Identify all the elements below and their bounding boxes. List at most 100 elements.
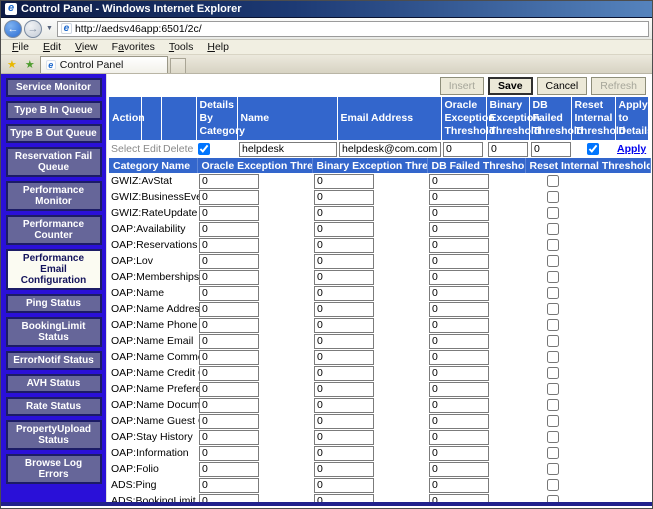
category-oracle-threshold-input[interactable] (199, 238, 259, 253)
category-oracle-threshold-input[interactable] (199, 414, 259, 429)
new-tab-button[interactable] (170, 58, 186, 73)
category-binary-threshold-input[interactable] (314, 478, 374, 493)
sidebar-item-avh-status[interactable]: AVH Status (6, 374, 102, 393)
favorites-star-icon[interactable]: ★ (4, 57, 20, 73)
sidebar-item-performance-monitor[interactable]: Performance Monitor (6, 181, 102, 211)
category-reset-threshold-checkbox[interactable] (547, 271, 559, 283)
name-input[interactable] (239, 142, 337, 157)
category-oracle-threshold-input[interactable] (199, 462, 259, 477)
category-binary-threshold-input[interactable] (314, 206, 374, 221)
category-reset-threshold-checkbox[interactable] (547, 255, 559, 267)
category-reset-threshold-checkbox[interactable] (547, 463, 559, 475)
category-reset-threshold-checkbox[interactable] (547, 367, 559, 379)
category-oracle-threshold-input[interactable] (199, 318, 259, 333)
category-oracle-threshold-input[interactable] (199, 302, 259, 317)
sidebar-item-bookinglimit-status[interactable]: BookingLimit Status (6, 317, 102, 347)
sidebar-item-errornotif-status[interactable]: ErrorNotif Status (6, 351, 102, 370)
category-binary-threshold-input[interactable] (314, 350, 374, 365)
category-binary-threshold-input[interactable] (314, 366, 374, 381)
category-reset-threshold-checkbox[interactable] (547, 207, 559, 219)
category-reset-threshold-checkbox[interactable] (547, 415, 559, 427)
category-binary-threshold-input[interactable] (314, 302, 374, 317)
category-reset-threshold-checkbox[interactable] (547, 335, 559, 347)
menu-help[interactable]: Help (200, 41, 236, 53)
category-db-failed-threshold-input[interactable] (429, 206, 489, 221)
category-oracle-threshold-input[interactable] (199, 350, 259, 365)
sidebar-item-type-b-in-queue[interactable]: Type B In Queue (6, 101, 102, 120)
sidebar-item-performance-email-configuration[interactable]: Performance Email Configuration (6, 249, 102, 290)
category-reset-threshold-checkbox[interactable] (547, 175, 559, 187)
category-db-failed-threshold-input[interactable] (429, 398, 489, 413)
forward-button[interactable]: → (24, 20, 42, 38)
category-db-failed-threshold-input[interactable] (429, 318, 489, 333)
category-oracle-threshold-input[interactable] (199, 494, 259, 503)
category-binary-threshold-input[interactable] (314, 334, 374, 349)
category-oracle-threshold-input[interactable] (199, 430, 259, 445)
sidebar-item-type-b-out-queue[interactable]: Type B Out Queue (6, 124, 102, 143)
category-reset-threshold-checkbox[interactable] (547, 239, 559, 251)
category-reset-threshold-checkbox[interactable] (547, 287, 559, 299)
category-oracle-threshold-input[interactable] (199, 478, 259, 493)
category-oracle-threshold-input[interactable] (199, 382, 259, 397)
sidebar-item-ping-status[interactable]: Ping Status (6, 294, 102, 313)
category-db-failed-threshold-input[interactable] (429, 190, 489, 205)
category-reset-threshold-checkbox[interactable] (547, 479, 559, 491)
category-db-failed-threshold-input[interactable] (429, 446, 489, 461)
refresh-button[interactable]: Refresh (591, 77, 646, 95)
reset-internal-threshold-checkbox[interactable] (587, 143, 599, 155)
sidebar-item-reservation-fail-queue[interactable]: Reservation Fail Queue (6, 147, 102, 177)
address-bar[interactable]: e (57, 21, 649, 37)
category-binary-threshold-input[interactable] (314, 190, 374, 205)
category-db-failed-threshold-input[interactable] (429, 494, 489, 503)
sidebar-item-performance-counter[interactable]: Performance Counter (6, 215, 102, 245)
category-db-failed-threshold-input[interactable] (429, 366, 489, 381)
save-button[interactable]: Save (488, 77, 533, 95)
category-db-failed-threshold-input[interactable] (429, 334, 489, 349)
sidebar-item-service-monitor[interactable]: Service Monitor (6, 78, 102, 97)
oracle-threshold-input[interactable] (443, 142, 483, 157)
category-reset-threshold-checkbox[interactable] (547, 431, 559, 443)
category-db-failed-threshold-input[interactable] (429, 350, 489, 365)
category-oracle-threshold-input[interactable] (199, 334, 259, 349)
email-address-input[interactable] (339, 142, 441, 157)
category-binary-threshold-input[interactable] (314, 174, 374, 189)
category-reset-threshold-checkbox[interactable] (547, 351, 559, 363)
category-binary-threshold-input[interactable] (314, 414, 374, 429)
category-db-failed-threshold-input[interactable] (429, 430, 489, 445)
category-oracle-threshold-input[interactable] (199, 174, 259, 189)
category-binary-threshold-input[interactable] (314, 382, 374, 397)
db-failed-threshold-input[interactable] (531, 142, 571, 157)
menu-tools[interactable]: Tools (162, 41, 201, 53)
category-binary-threshold-input[interactable] (314, 286, 374, 301)
category-binary-threshold-input[interactable] (314, 254, 374, 269)
insert-button[interactable]: Insert (440, 77, 484, 95)
edit-link[interactable]: Edit (143, 143, 161, 155)
sidebar-item-browse-log-errors[interactable]: Browse Log Errors (6, 454, 102, 484)
menu-favorites[interactable]: Favorites (105, 41, 162, 53)
category-reset-threshold-checkbox[interactable] (547, 223, 559, 235)
category-binary-threshold-input[interactable] (314, 430, 374, 445)
category-db-failed-threshold-input[interactable] (429, 238, 489, 253)
sidebar-item-propertyupload-status[interactable]: PropertyUpload Status (6, 420, 102, 450)
history-dropdown-icon[interactable]: ▼ (44, 25, 55, 32)
details-by-category-checkbox[interactable] (198, 143, 210, 155)
category-reset-threshold-checkbox[interactable] (547, 319, 559, 331)
category-binary-threshold-input[interactable] (314, 238, 374, 253)
category-db-failed-threshold-input[interactable] (429, 462, 489, 477)
category-db-failed-threshold-input[interactable] (429, 270, 489, 285)
category-binary-threshold-input[interactable] (314, 222, 374, 237)
sidebar-item-rate-status[interactable]: Rate Status (6, 397, 102, 416)
back-button[interactable]: ← (4, 20, 22, 38)
delete-link[interactable]: Delete (163, 143, 193, 155)
category-db-failed-threshold-input[interactable] (429, 478, 489, 493)
category-oracle-threshold-input[interactable] (199, 446, 259, 461)
category-oracle-threshold-input[interactable] (199, 222, 259, 237)
category-reset-threshold-checkbox[interactable] (547, 191, 559, 203)
category-binary-threshold-input[interactable] (314, 318, 374, 333)
tab-control-panel[interactable]: e Control Panel (40, 56, 168, 73)
select-link[interactable]: Select (111, 143, 140, 155)
cancel-button[interactable]: Cancel (537, 77, 588, 95)
category-oracle-threshold-input[interactable] (199, 286, 259, 301)
category-reset-threshold-checkbox[interactable] (547, 399, 559, 411)
category-db-failed-threshold-input[interactable] (429, 414, 489, 429)
